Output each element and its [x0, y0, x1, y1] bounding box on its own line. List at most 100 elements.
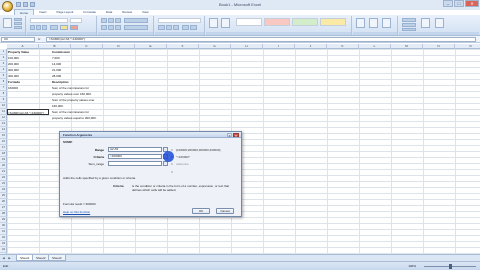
formula-bar: C6 fx =SUMIF(A2:A5,">160000"): [0, 36, 480, 43]
ribbon: [0, 15, 480, 36]
fill-icon[interactable]: [402, 23, 416, 27]
range-input[interactable]: A2:A5: [108, 147, 162, 152]
dialog-close-button[interactable]: ✕: [233, 133, 239, 138]
window-controls: – □ ✕: [443, 0, 479, 7]
minimize-button[interactable]: –: [443, 0, 453, 7]
zoom-level[interactable]: 100%: [408, 264, 416, 268]
underline-icon[interactable]: [42, 25, 47, 30]
cell-b12-line6[interactable]: property values equal to 300,000.: [52, 115, 112, 121]
sum-range-input[interactable]: [108, 161, 162, 166]
close-button[interactable]: ✕: [465, 0, 479, 7]
status-mode: Edit: [3, 264, 9, 268]
help-link[interactable]: Help on this function: [63, 210, 90, 214]
align-left-icon[interactable]: [101, 25, 107, 30]
criteria-input[interactable]: >160000: [108, 154, 162, 159]
format-painter-icon[interactable]: [14, 26, 22, 29]
borders-icon[interactable]: [50, 25, 58, 30]
currency-icon[interactable]: [158, 25, 165, 30]
merge-center-icon[interactable]: [124, 25, 148, 30]
paste-icon[interactable]: [3, 18, 12, 28]
bold-icon[interactable]: [30, 25, 35, 30]
arg-label-range: Range: [94, 148, 104, 152]
cell-a7[interactable]: 160000: [8, 85, 39, 91]
criteria-value-preview: ">160000": [176, 155, 190, 159]
active-cell[interactable]: =SUMIF(A2:A5,">160000"): [7, 109, 49, 115]
equals-sign: =: [171, 162, 173, 166]
group-label-bar: [0, 32, 25, 35]
status-bar: Edit 100%: [0, 261, 480, 270]
align-middle-icon[interactable]: [108, 18, 114, 23]
cell-style-neutral[interactable]: [320, 18, 346, 26]
align-top-icon[interactable]: [101, 18, 107, 23]
group-label-bar: [399, 32, 479, 35]
group-label-bar: [206, 32, 351, 35]
font-group: [27, 16, 97, 35]
align-right-icon[interactable]: [115, 25, 121, 30]
cancel-button[interactable]: Cancel: [216, 208, 234, 214]
autosum-icon[interactable]: [402, 18, 416, 22]
row-headers: 1 2 3 4 5 6 7 8 9 10 11 12 13 14 15 16 17 18 19 20 21 22 23 24 2…: [0, 49, 7, 254]
formula-input[interactable]: =SUMIF(A2:A5,">160000"): [46, 37, 476, 42]
format-cells-icon[interactable]: [382, 18, 391, 28]
alignment-group: [98, 16, 154, 35]
decrease-decimal-icon[interactable]: [190, 25, 197, 30]
group-label-bar: [98, 32, 153, 35]
maximize-button[interactable]: □: [454, 0, 464, 7]
row-header-34[interactable]: 34: [0, 247, 7, 253]
insert-cells-icon[interactable]: [356, 18, 365, 28]
name-box[interactable]: C6: [1, 37, 35, 42]
editing-group: [399, 16, 479, 35]
window-title: Book1 - Microsoft Excel: [218, 2, 261, 7]
ok-button[interactable]: OK: [192, 208, 210, 214]
dialog-help-button[interactable]: ?: [227, 133, 232, 138]
cells-group: [353, 16, 398, 35]
range-value-preview: {100000;200000;300000;400000}: [176, 148, 221, 152]
percent-icon[interactable]: [166, 25, 172, 30]
excel-window: Book1 - Microsoft Excel – □ ✕ Home Inser…: [0, 0, 480, 270]
cell-style-bad[interactable]: [264, 18, 290, 26]
argument-description: is the condition or criteria in the form…: [132, 184, 230, 192]
arg-label-sum-range: Sum_range: [88, 162, 104, 166]
font-size-select[interactable]: [70, 18, 82, 23]
function-name: SUMIF: [63, 140, 73, 144]
clear-icon[interactable]: [402, 28, 416, 31]
cell-style-good[interactable]: [292, 18, 318, 26]
function-description: Adds the cells specified by a given cond…: [63, 176, 136, 180]
fx-icon[interactable]: fx: [38, 37, 40, 41]
font-name-select[interactable]: [30, 18, 68, 23]
find-select-icon[interactable]: [435, 18, 444, 28]
argument-description-name: Criteria: [113, 184, 124, 188]
mouse-pointer-highlight: [163, 151, 174, 162]
sum-range-value-preview: reference: [176, 162, 189, 166]
number-group: [155, 16, 205, 35]
formula-equals-sign: =: [171, 170, 173, 174]
cut-icon[interactable]: [14, 18, 22, 21]
italic-icon[interactable]: [36, 25, 41, 30]
clipboard-group: [0, 16, 26, 35]
align-bottom-icon[interactable]: [115, 18, 121, 23]
format-as-table-icon[interactable]: [221, 18, 230, 28]
comma-icon[interactable]: [173, 25, 179, 30]
dialog-title: Function Arguments: [60, 132, 241, 138]
align-center-icon[interactable]: [108, 25, 114, 30]
conditional-formatting-icon[interactable]: [209, 18, 218, 28]
zoom-slider[interactable]: [424, 264, 476, 269]
wrap-text-icon[interactable]: [124, 18, 148, 23]
function-arguments-dialog: Function Arguments ? ✕ SUMIF Range A2:A5…: [59, 131, 242, 217]
sheet-tab-bar: ◀ ▶ Sheet1 Sheet2 Sheet3: [0, 254, 480, 261]
number-format-select[interactable]: [158, 18, 201, 23]
font-color-icon[interactable]: [70, 25, 78, 30]
group-label-bar: [353, 32, 397, 35]
increase-decimal-icon[interactable]: [182, 25, 189, 30]
sort-filter-icon[interactable]: [421, 18, 430, 28]
formula-result: Formula result = 900000: [63, 202, 96, 206]
group-label-bar: [155, 32, 204, 35]
styles-group: [206, 16, 352, 35]
cell-style-normal[interactable]: [236, 18, 262, 26]
arg-label-criteria: Criteria: [93, 155, 104, 159]
group-label-bar: [27, 32, 96, 35]
delete-cells-icon[interactable]: [369, 18, 378, 28]
fill-color-icon[interactable]: [60, 25, 68, 30]
copy-icon[interactable]: [14, 22, 22, 25]
zoom-slider-thumb[interactable]: [449, 264, 452, 269]
